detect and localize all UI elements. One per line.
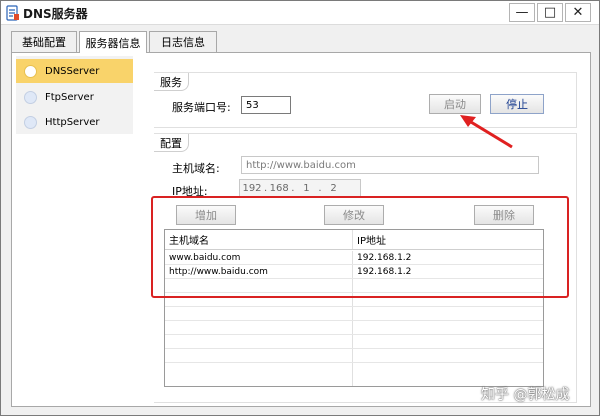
server-bullet-icon bbox=[24, 64, 37, 78]
table-row-empty bbox=[165, 335, 543, 349]
ip-octet: 1 bbox=[303, 183, 310, 194]
sidebar-item-label: FtpServer bbox=[45, 91, 94, 103]
server-bullet-icon bbox=[24, 90, 37, 104]
table-row-empty bbox=[165, 321, 543, 335]
tab-log-info[interactable]: 日志信息 bbox=[149, 31, 217, 52]
table-row-empty bbox=[165, 349, 543, 363]
sidebar-item-httpserver[interactable]: HttpServer bbox=[16, 110, 133, 134]
watermark: 知乎 @郭松成 bbox=[481, 387, 570, 403]
title-bar[interactable]: DNS服务器 — □ ✕ bbox=[1, 1, 599, 25]
server-bullet-icon bbox=[24, 115, 37, 129]
dns-server-window: DNS服务器 — □ ✕ 基础配置 服务器信息 日志信息 DNSServer F… bbox=[0, 0, 600, 416]
highlight-annotation-box bbox=[151, 196, 569, 298]
close-button[interactable]: ✕ bbox=[565, 3, 591, 22]
minimize-button[interactable]: — bbox=[509, 3, 535, 22]
sidebar-item-dnsserver[interactable]: DNSServer bbox=[16, 59, 133, 83]
ip-octet: 192 bbox=[242, 183, 262, 194]
config-group-label: 配置 bbox=[154, 134, 189, 152]
sidebar-item-label: HttpServer bbox=[45, 116, 100, 128]
service-group-label: 服务 bbox=[154, 73, 189, 91]
hostname-label: 主机域名: bbox=[172, 162, 220, 175]
table-row-empty bbox=[165, 307, 543, 321]
ip-octet: 2 bbox=[330, 183, 337, 194]
tab-server-info[interactable]: 服务器信息 bbox=[79, 31, 147, 53]
tab-basic-config[interactable]: 基础配置 bbox=[11, 31, 77, 52]
maximize-button[interactable]: □ bbox=[537, 3, 563, 22]
sidebar-item-ftpserver[interactable]: FtpServer bbox=[16, 85, 133, 109]
window-title: DNS服务器 bbox=[23, 7, 88, 21]
annotation-arrow-icon bbox=[460, 115, 513, 149]
port-input[interactable]: 53 bbox=[241, 96, 291, 114]
port-label: 服务端口号: bbox=[172, 101, 231, 114]
server-list: DNSServer FtpServer HttpServer bbox=[16, 56, 133, 134]
table-row-empty bbox=[165, 363, 543, 386]
hostname-input[interactable]: http://www.baidu.com bbox=[241, 156, 539, 174]
sidebar-item-label: DNSServer bbox=[45, 65, 100, 77]
ip-octet: 168 bbox=[269, 183, 289, 194]
app-icon bbox=[6, 5, 19, 21]
